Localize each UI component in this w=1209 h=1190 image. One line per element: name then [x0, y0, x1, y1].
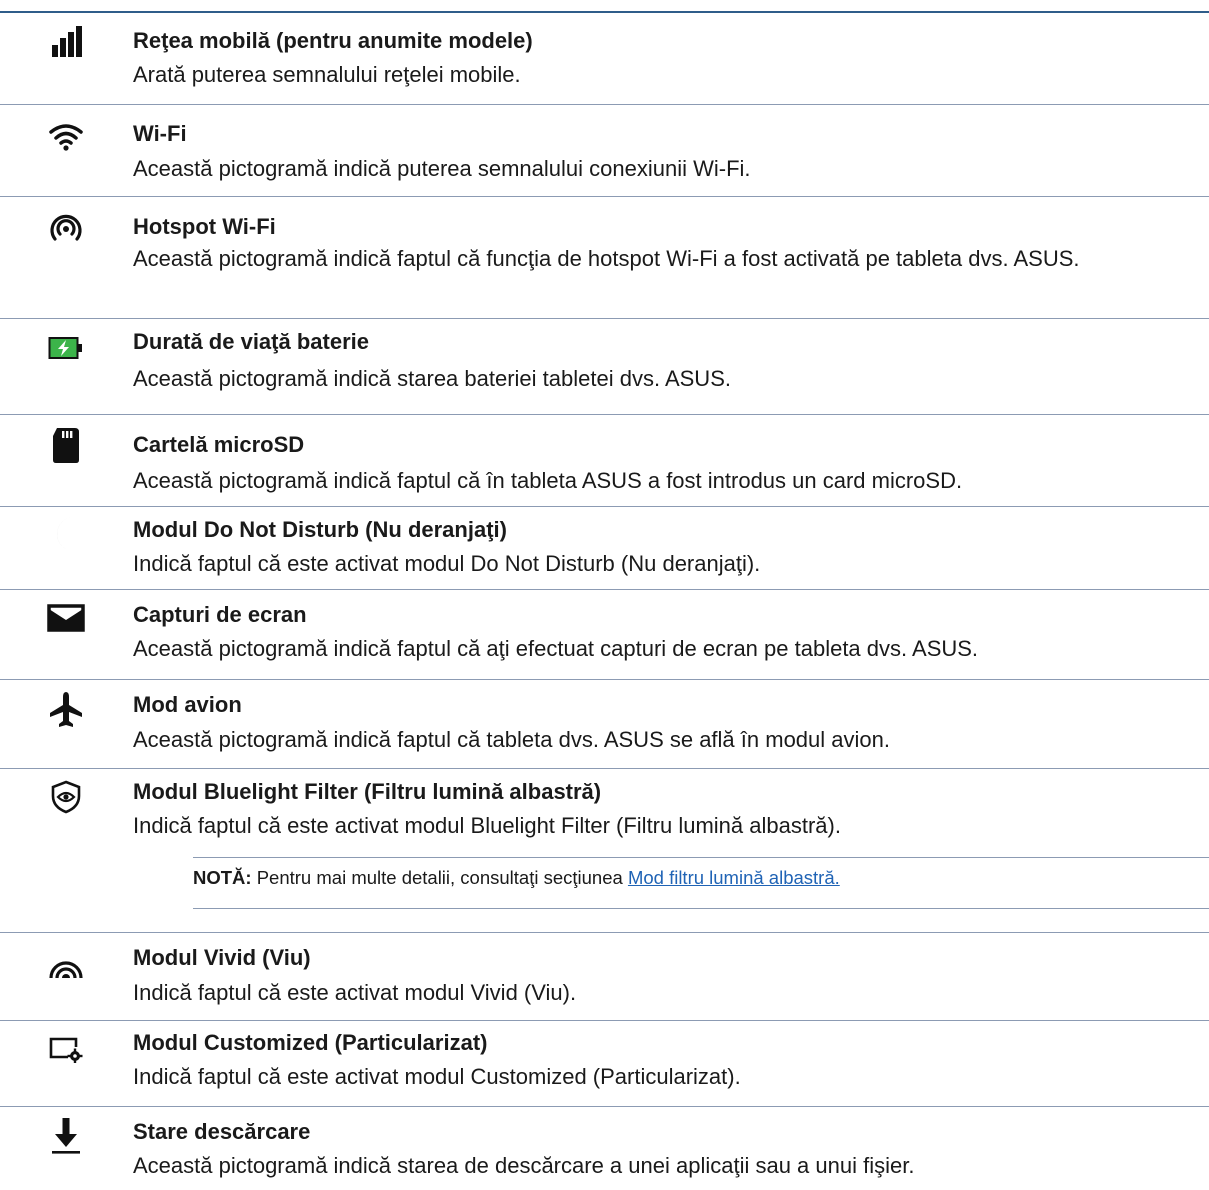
separator	[0, 679, 1209, 680]
wifi-icon	[44, 114, 88, 158]
separator	[0, 1106, 1209, 1107]
item-description: Indică faptul că este activat modul Cust…	[133, 1064, 741, 1089]
item-title: Hotspot Wi-Fi	[133, 214, 276, 239]
separator	[0, 318, 1209, 319]
item-description: Această pictogramă indică faptul că tabl…	[133, 727, 890, 752]
item-description: Indică faptul că este activat modul Vivi…	[133, 980, 577, 1005]
moon-icon	[44, 512, 88, 556]
separator	[0, 104, 1209, 105]
item-description: Arată puterea semnalului reţelei mobile.	[133, 62, 521, 87]
item-title: Mod avion	[133, 692, 242, 717]
item-description: Această pictogramă indică starea baterie…	[133, 366, 731, 391]
item-title: Reţea mobilă (pentru anumite modele)	[133, 28, 533, 53]
battery-charging-icon	[44, 326, 88, 370]
separator	[0, 768, 1209, 769]
separator	[0, 589, 1209, 590]
item-description: Această pictogramă indică faptul că aţi …	[133, 636, 979, 661]
separator	[0, 1020, 1209, 1021]
note-bottom-rule	[193, 908, 1209, 909]
item-description: Indică faptul că este activat modul Blue…	[133, 813, 841, 838]
item-title: Cartelă microSD	[133, 432, 305, 457]
separator	[0, 414, 1209, 415]
note-link[interactable]: Mod filtru lumină albastră.	[628, 867, 840, 888]
item-title: Modul Customized (Particularizat)	[133, 1030, 488, 1055]
item-title: Modul Bluelight Filter (Filtru lumină al…	[133, 779, 602, 804]
hotspot-icon	[44, 206, 88, 250]
note-top-rule	[193, 857, 1209, 858]
bluelight-filter-icon	[44, 775, 88, 819]
vivid-mode-icon	[44, 944, 88, 988]
item-title: Durată de viaţă baterie	[133, 329, 369, 354]
download-icon	[44, 1113, 88, 1157]
separator	[0, 196, 1209, 197]
microsd-card-icon	[44, 423, 88, 467]
item-description: Indică faptul că este activat modul Do N…	[133, 551, 761, 576]
item-title: Capturi de ecran	[133, 602, 307, 627]
item-description: Această pictogramă indică faptul că func…	[133, 246, 1080, 271]
separator	[0, 506, 1209, 507]
top-rule	[0, 11, 1209, 13]
item-title: Stare descărcare	[133, 1119, 311, 1144]
airplane-icon	[44, 688, 88, 732]
item-description: Această pictogramă indică faptul că în t…	[133, 468, 963, 493]
separator	[0, 932, 1209, 933]
item-description: Această pictogramă indică starea de desc…	[133, 1153, 915, 1178]
screenshot-icon	[44, 596, 88, 640]
note: NOTĂ: Pentru mai multe detalii, consulta…	[193, 866, 840, 890]
item-title: Modul Vivid (Viu)	[133, 945, 311, 970]
note-text: Pentru mai multe detalii, consultaţi sec…	[251, 867, 628, 888]
customized-mode-icon	[44, 1027, 88, 1071]
note-label: NOTĂ:	[193, 867, 252, 888]
item-description: Această pictogramă indică puterea semnal…	[133, 156, 751, 181]
item-title: Wi-Fi	[133, 121, 187, 146]
signal-bars-icon	[44, 20, 88, 64]
item-title: Modul Do Not Disturb (Nu deranjaţi)	[133, 517, 507, 542]
